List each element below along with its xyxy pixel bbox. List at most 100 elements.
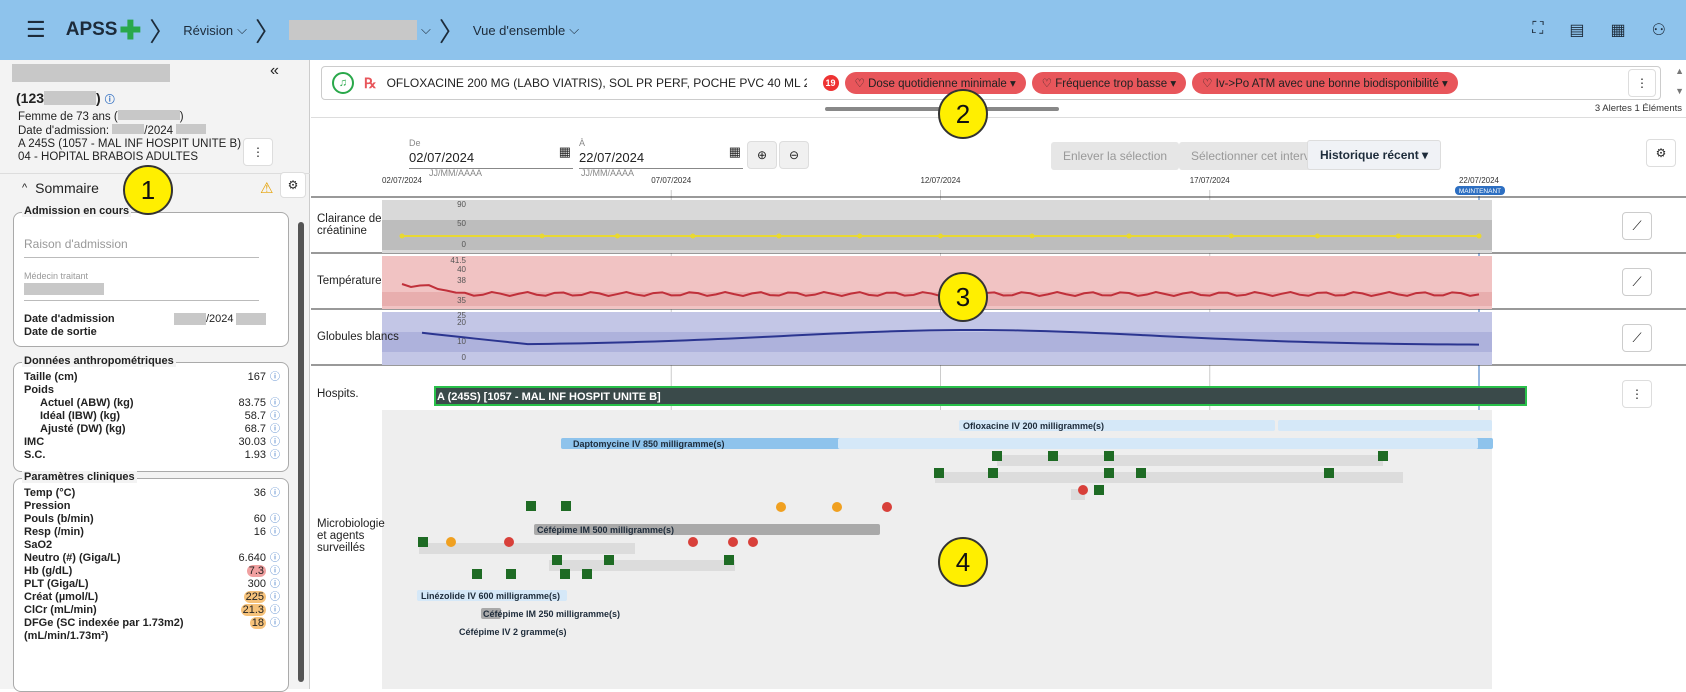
main-area: ♫ ℞ OFLOXACINE 200 MG (LABO VIATRIS), SO… [311, 60, 1686, 689]
micro-marker [560, 569, 570, 579]
breadcrumb-revision[interactable]: Révision [183, 23, 233, 38]
scrollbar[interactable] [298, 222, 304, 682]
row-value: 167 ⓘ [247, 371, 280, 383]
temp-chart-button[interactable]: ⟋ [1622, 268, 1652, 296]
patient-description: Femme de 73 ans ( [18, 111, 118, 123]
row-label: Créat (µmol/L) [24, 591, 99, 603]
summary-settings-button[interactable]: ⚙ [280, 172, 306, 198]
row-value: 225 ⓘ [243, 591, 280, 603]
y-tick: 20 [457, 318, 466, 327]
micro-marker [1104, 468, 1114, 478]
row-value: 60 ⓘ [253, 513, 280, 525]
now-label: MAINTENANT [1459, 188, 1501, 195]
info-icon[interactable]: ⓘ [270, 424, 280, 435]
clcr-chart-button[interactable]: ⟋ [1622, 212, 1652, 240]
info-icon[interactable]: ⓘ [270, 411, 280, 422]
micro-marker [988, 468, 998, 478]
micro-marker [1094, 485, 1104, 495]
info-icon[interactable]: ⓘ [270, 398, 280, 409]
micro-marker-red [728, 537, 738, 547]
patient-id: (123 [16, 90, 45, 106]
info-icon[interactable]: ⓘ [270, 527, 280, 538]
row-label-clcr: Clairance de créatinine [317, 213, 382, 237]
info-icon[interactable]: ⓘ [270, 450, 280, 461]
bar-dapto-light [838, 438, 1478, 449]
row-value: 300 ⓘ [247, 578, 280, 590]
info-icon[interactable]: ⓘ [270, 566, 280, 577]
clcr-point [690, 233, 696, 239]
row-label: Hb (g/dL) [24, 565, 73, 577]
row-label: IMC [24, 436, 45, 448]
bar-linezolide-label: Linézolide IV 600 milligramme(s) [421, 591, 560, 601]
row-label: Temp (°C) [24, 487, 76, 499]
micro-marker [1104, 451, 1114, 461]
row-label: SaO2 [24, 539, 53, 551]
chevron-right-icon: 〉 [438, 16, 465, 47]
breadcrumb-overview[interactable]: Vue d'ensemble [473, 23, 565, 38]
info-icon[interactable]: ⓘ [105, 91, 115, 106]
chevron-down-icon[interactable]: ⌵ [237, 22, 247, 38]
y-tick: 0 [462, 353, 467, 362]
calendar-icon[interactable]: ▦ [1611, 20, 1626, 40]
info-icon[interactable]: ⓘ [270, 437, 280, 448]
bar-cefim-label: Céfépime IM 500 milligramme(s) [537, 525, 674, 535]
y-tick: 40 [457, 265, 466, 274]
bar-cef250-label: Céfépime IM 250 milligramme(s) [483, 609, 620, 619]
row-label: Poids [24, 384, 54, 396]
data-row: Temp (°C) 36 ⓘ [24, 487, 280, 500]
bar-cef2g-label: Céfépime IV 2 gramme(s) [459, 627, 567, 637]
info-icon[interactable]: ⓘ [270, 605, 280, 616]
chevron-down-icon[interactable]: ⌵ [421, 22, 431, 38]
callout-2: 2 [938, 89, 988, 139]
info-icon[interactable]: ⓘ [270, 618, 280, 629]
info-icon[interactable]: ⓘ [270, 488, 280, 499]
row-value: 6.640 ⓘ [238, 552, 280, 564]
y-tick: 35 [457, 296, 466, 305]
info-icon[interactable]: ⓘ [270, 592, 280, 603]
timeline-tick-label: 17/07/2024 [1190, 176, 1231, 185]
info-icon[interactable]: ⓘ [270, 372, 280, 383]
anthropometric-legend: Données anthropométriques [22, 355, 176, 367]
row-label: Ajusté (DW) (kg) [40, 423, 126, 435]
data-row: Hb (g/dL) 7.3 ⓘ [24, 565, 280, 578]
micro-marker [1324, 468, 1334, 478]
row-value: 21.3 ⓘ [240, 604, 280, 616]
more-options-button[interactable]: ⋮ [243, 138, 273, 166]
row-label-microbiology: Microbiologie et agents surveillés [317, 518, 385, 554]
row-label: Pression [24, 500, 71, 512]
chevron-down-icon[interactable]: ⌵ [569, 22, 579, 38]
clinical-params-box: Paramètres cliniques Temp (°C) 36 ⓘ Pressio… [13, 471, 289, 692]
micro-marker-red [748, 537, 758, 547]
row-label: Resp (/min) [24, 526, 84, 538]
line-chart-icon: ⟋ [1632, 218, 1642, 233]
data-row: Créat (µmol/L) 225 ⓘ [24, 591, 280, 604]
hosp-more-button[interactable]: ⋮ [1622, 380, 1652, 408]
warning-icon[interactable]: ⚠ [260, 179, 273, 197]
row-label: Idéal (IBW) (kg) [40, 410, 121, 422]
menu-icon[interactable]: ☰ [26, 17, 46, 43]
row-label-temperature: Température [317, 275, 382, 287]
user-settings-icon[interactable]: ⚇ [1652, 20, 1666, 40]
collapse-icon[interactable]: « [270, 62, 279, 80]
app-logo[interactable]: APSS ✚ [66, 17, 142, 43]
data-row: Pouls (b/min) 60 ⓘ [24, 513, 280, 526]
micro-marker-orange [832, 502, 842, 512]
data-row: Idéal (IBW) (kg) 58.7 ⓘ [24, 410, 280, 423]
bar-oflo-label: Ofloxacine IV 200 milligramme(s) [963, 421, 1104, 431]
row-value: 83.75 ⓘ [238, 397, 280, 409]
info-icon[interactable]: ⓘ [270, 514, 280, 525]
chevron-up-icon[interactable]: ^ [22, 182, 27, 194]
chevron-right-icon: 〉 [255, 16, 282, 47]
info-icon[interactable]: ⓘ [270, 553, 280, 564]
admission-reason-field[interactable]: Raison d'admission [24, 237, 259, 258]
micro-marker-red [504, 537, 514, 547]
info-icon[interactable]: ⓘ [270, 579, 280, 590]
gear-icon: ⚙ [287, 178, 299, 192]
y-tick: 41.5 [450, 256, 466, 265]
micro-marker [604, 555, 614, 565]
binoculars-icon[interactable]: ⛶ [1532, 20, 1543, 40]
data-row: Poids [24, 384, 280, 397]
wbc-chart-button[interactable]: ⟋ [1622, 324, 1652, 352]
top-bar: ☰ APSS ✚ 〉 Révision ⌵ 〉 ⌵ 〉 Vue d'ensemble… [0, 0, 1686, 60]
clipboard-icon[interactable]: ▤ [1569, 20, 1584, 40]
